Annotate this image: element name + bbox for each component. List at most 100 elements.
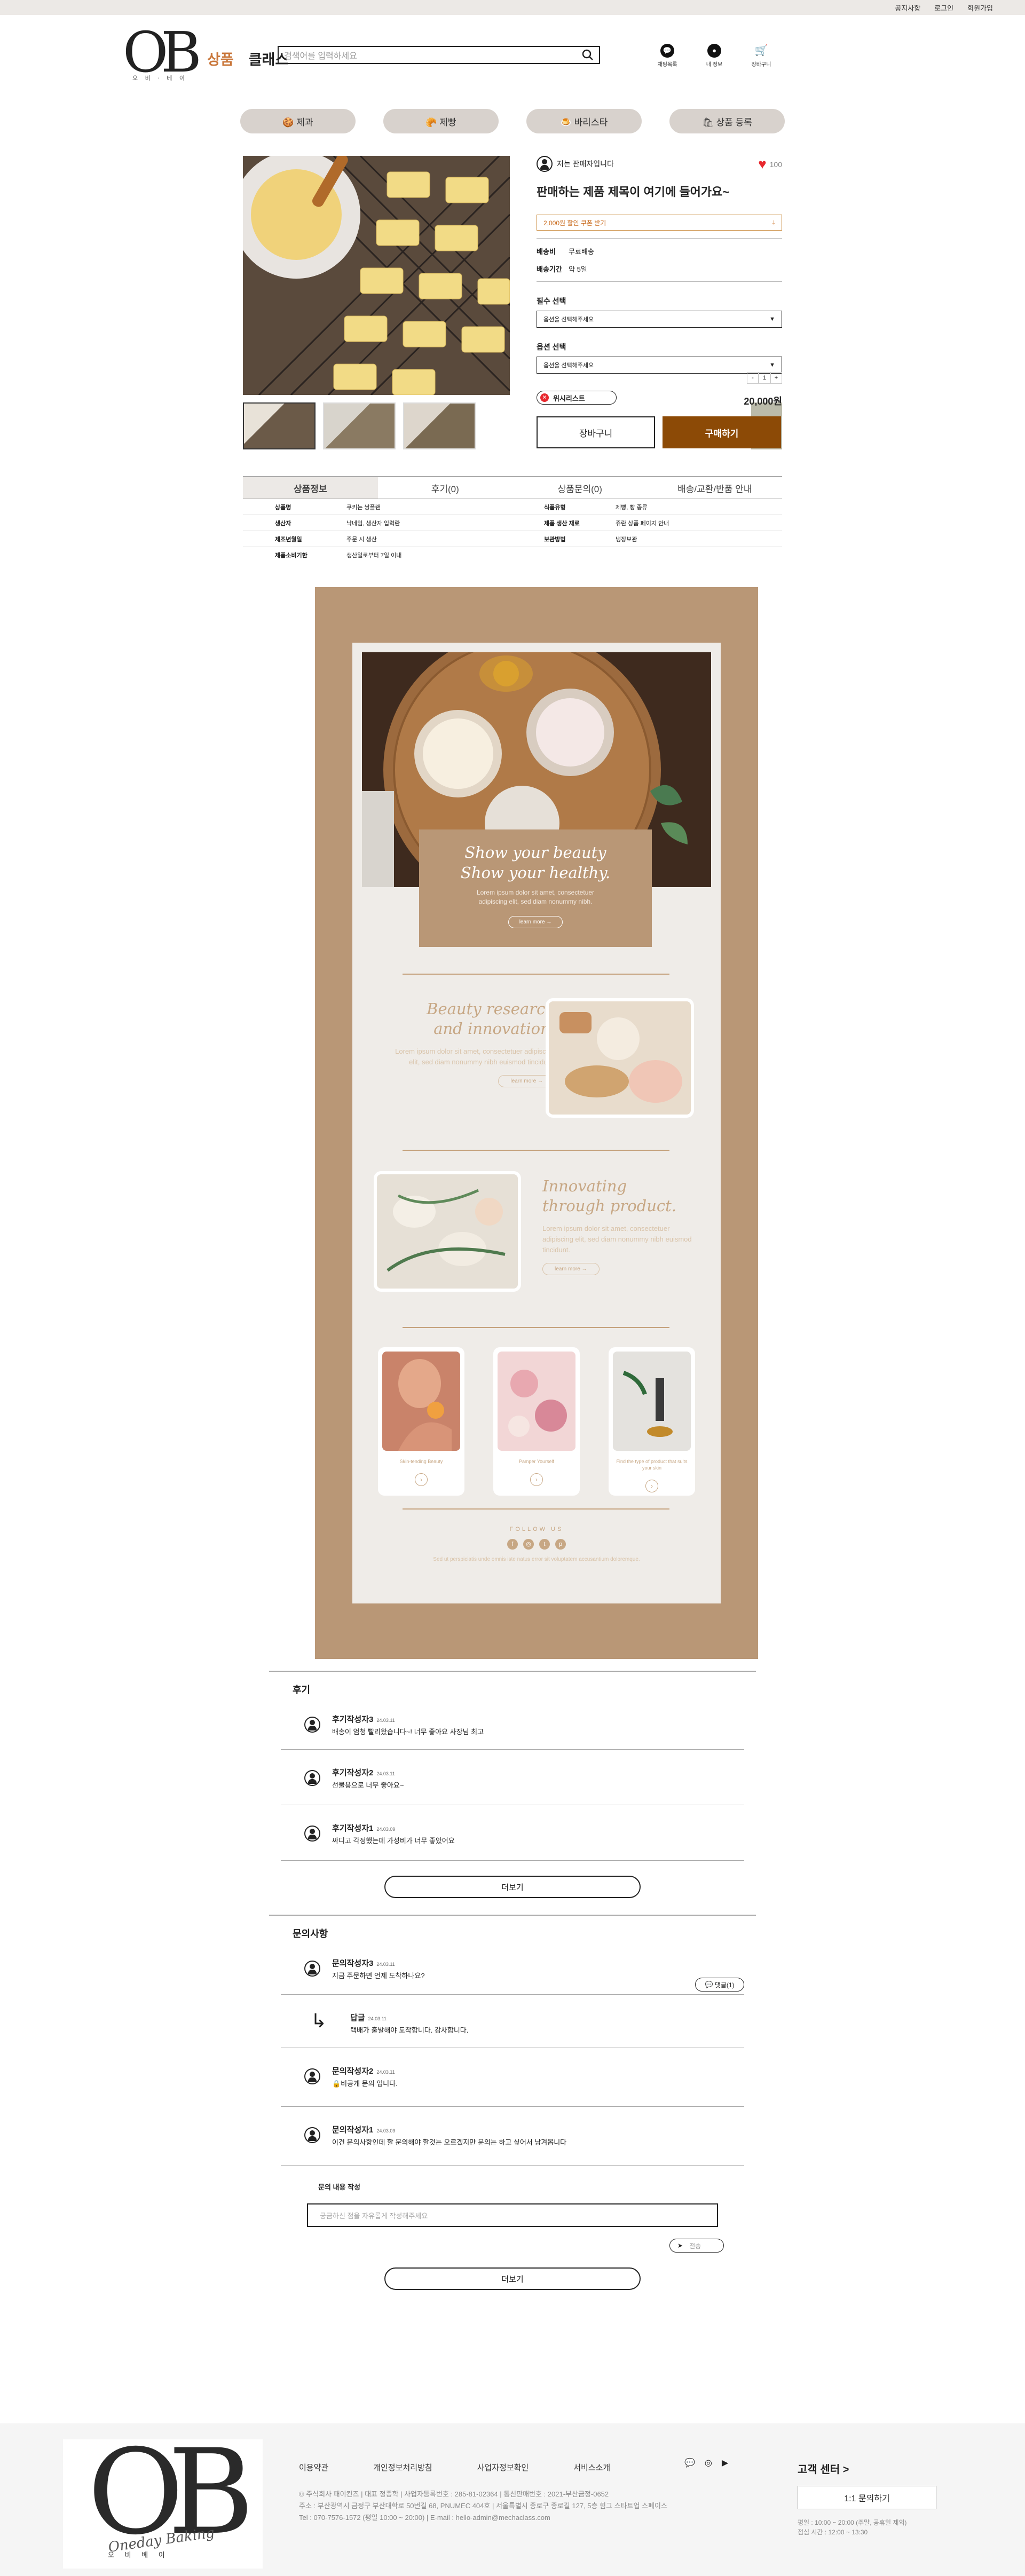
product-section: 저는 판매자입니다 ♥ 100 판매하는 제품 제목이 여기에 들어가요~ 2,0…	[243, 156, 782, 476]
close-icon: ✕	[540, 393, 549, 402]
user-icon	[304, 1717, 320, 1733]
period-label: 배송기간	[537, 265, 562, 273]
terms-link[interactable]: 이용약관	[299, 2462, 328, 2473]
hero-learn-more[interactable]: learn more →	[508, 916, 563, 928]
user-icon	[304, 2068, 320, 2084]
table-row: 상품명 쿠키는 쌍플랜 식품유형 제빵, 빵 종류	[243, 499, 782, 515]
period-value: 약 5일	[569, 265, 587, 273]
tab-inquiry[interactable]: 상품문의(0)	[512, 477, 648, 499]
hero-text-box: Show your beauty Show your healthy. Lorem…	[419, 829, 652, 947]
learn-more-button[interactable]: learn more →	[542, 1263, 600, 1275]
twitter-icon[interactable]: t	[539, 1539, 550, 1550]
table-row: 제품소비기한 생산일로부터 7일 이내	[275, 552, 402, 559]
send-button[interactable]: ➤ 전송	[669, 2239, 724, 2253]
reviews-title: 후기	[293, 1685, 311, 1695]
section-image	[546, 998, 694, 1118]
product-price: 20,000원	[744, 396, 782, 407]
instagram-icon[interactable]: ◎	[523, 1539, 534, 1550]
thumbnail-1[interactable]	[243, 402, 316, 449]
qna-more-button[interactable]: 더보기	[384, 2267, 641, 2290]
chat-icon: 💬	[705, 1981, 713, 1988]
tab-confectionery[interactable]: 🍪 제과	[240, 109, 356, 133]
youtube-icon[interactable]: ▶	[722, 2458, 728, 2468]
ship-label: 배송비	[537, 248, 556, 256]
user-icon	[537, 156, 553, 172]
site-footer: OB Oneday Baking 오 비 베 이 이용약관 개인정보처리방침 사…	[0, 2423, 1025, 2576]
cs-title[interactable]: 고객 센터 >	[798, 2461, 936, 2476]
tab-bakery[interactable]: 🥐 제빵	[383, 109, 499, 133]
chevron-down-icon: ▼	[769, 316, 775, 322]
tab-shipping[interactable]: 배송/교환/반품 안내	[648, 477, 783, 499]
arrow-right-icon: ›	[530, 1473, 543, 1486]
search-input[interactable]: 검색어를 입력하세요	[278, 46, 600, 64]
like-button[interactable]: ♥ 100	[758, 156, 782, 172]
search-icon[interactable]	[581, 48, 595, 62]
wishlist-button[interactable]: ✕ 위시리스트	[537, 391, 617, 405]
site-logo[interactable]: OB 오 비 · 베 이	[123, 25, 202, 89]
tab-reviews[interactable]: 후기(0)	[378, 477, 513, 499]
product-card[interactable]: Skin-tending Beauty ›	[378, 1347, 464, 1496]
cart-icon[interactable]: 🛒 장바구니	[745, 44, 777, 68]
list-item: 후기작성자1 24.03.09 싸디고 각정했는데 가성비가 너무 좋았어요	[281, 1805, 744, 1861]
tab-product-info[interactable]: 상품정보	[243, 477, 378, 499]
pinterest-icon[interactable]: p	[555, 1539, 566, 1550]
qna-input[interactable]: 궁금하신 점을 자유롭게 작성해주세요	[307, 2203, 718, 2227]
qna-title: 문의사항	[293, 1929, 328, 1939]
required-option-select[interactable]: 옵션을 선택해주세요 ▼	[537, 311, 782, 328]
reply-arrow-icon: ↳	[311, 2010, 327, 2032]
minus-icon: -	[747, 372, 759, 384]
product-card[interactable]: Pamper Yourself ›	[493, 1347, 580, 1496]
arrow-right-icon: ›	[415, 1473, 428, 1486]
tab-product-register[interactable]: 🛍 상품 등록	[669, 109, 785, 133]
cart-button[interactable]: 장바구니	[537, 416, 655, 448]
mypage-icon[interactable]: ● 내 정보	[698, 44, 730, 68]
thumbnail-2[interactable]	[323, 402, 396, 449]
instagram-icon[interactable]: ◎	[705, 2458, 712, 2468]
list-item: 문의작성자3 24.03.11 지금 주문하면 언제 도착하나요? 💬 댓글(1)	[281, 1940, 744, 1995]
main-nav: 상품 클래스	[207, 48, 288, 69]
inquiry-button[interactable]: 1:1 문의하기	[798, 2486, 936, 2509]
beauty-research-section: Beauty research and innovation. Lorem ips…	[384, 999, 555, 1087]
buy-button[interactable]: 구매하기	[663, 416, 781, 448]
arrow-right-icon: ›	[645, 1480, 658, 1492]
list-item: 후기작성자3 24.03.11 배송이 엄청 빨리왔습니다~! 너무 좋아요 사장…	[281, 1696, 744, 1750]
reply-button[interactable]: 💬 댓글(1)	[695, 1978, 744, 1992]
table-row: 생산자 낙네임, 생산자 입력란 제품 생산 재료 쥬란 상품 페이지 안내	[243, 515, 782, 531]
product-card[interactable]: Find the type of product that suits your…	[609, 1347, 695, 1496]
privacy-link[interactable]: 개인정보처리방침	[373, 2462, 432, 2473]
top-utility-bar: 공지사항 로그인 회원가입	[0, 0, 1025, 15]
innovating-section: Innovating through product. Lorem ipsum d…	[542, 1176, 692, 1275]
user-icon	[304, 1770, 320, 1786]
answer-item: ↳ 답글 24.03.11 택배가 출발해야 도착합니다. 감사합니다.	[281, 1995, 744, 2048]
qna-write-label: 문의 내용 작성	[318, 2183, 360, 2191]
reviews-more-button[interactable]: 더보기	[384, 1876, 641, 1898]
section-image	[374, 1171, 521, 1292]
login-link[interactable]: 로그인	[934, 3, 953, 13]
chevron-down-icon: ▼	[769, 362, 775, 368]
ship-value: 무료배송	[569, 248, 594, 256]
notice-link[interactable]: 공지사항	[895, 3, 920, 13]
thumbnail-3[interactable]	[403, 402, 476, 449]
list-item: 후기작성자2 24.03.11 선물용으로 너무 좋아요~	[281, 1750, 744, 1805]
product-main-image	[243, 156, 510, 395]
facebook-icon[interactable]: f	[507, 1539, 518, 1550]
banner-card: Show your beauty Show your healthy. Lorem…	[352, 643, 721, 1603]
required-option-label: 필수 선택	[537, 297, 566, 305]
list-item: 문의작성자2 24.03.11 🔒비공개 문의 입니다.	[281, 2048, 744, 2107]
business-info-link[interactable]: 사업자정보확인	[477, 2462, 529, 2473]
header-icons: 💬 채팅목록 ● 내 정보 🛒 장바구니	[651, 44, 777, 68]
tab-barista[interactable]: 🍮 바리스타	[526, 109, 642, 133]
coupon-button[interactable]: 2,000원 할인 쿠폰 받기 ⤓	[537, 215, 782, 231]
customer-center: 고객 센터 > 1:1 문의하기 평일 : 10:00 ~ 20:00 (주말,…	[798, 2461, 936, 2537]
download-icon: ⤓	[772, 218, 775, 226]
quantity-stepper[interactable]: -1 +	[747, 372, 782, 384]
follow-us: FOLLOW US f ◎ t p Sed ut perspiciatis unde …	[433, 1526, 640, 1562]
seller-info[interactable]: 저는 판매자입니다	[537, 156, 782, 172]
kakao-icon[interactable]: 💬	[684, 2458, 695, 2468]
service-intro-link[interactable]: 서비스소개	[573, 2462, 610, 2473]
optional-option-select[interactable]: 옵션을 선택해주세요 ▼	[537, 357, 782, 374]
spec-table: 상품명 쿠키는 쌍플랜 식품유형 제빵, 빵 종류 생산자 낙네임, 생산자 입력란 제품…	[243, 499, 782, 563]
nav-products[interactable]: 상품	[207, 48, 234, 69]
chat-icon[interactable]: 💬 채팅목록	[651, 44, 683, 68]
join-link[interactable]: 회원가입	[967, 3, 993, 13]
